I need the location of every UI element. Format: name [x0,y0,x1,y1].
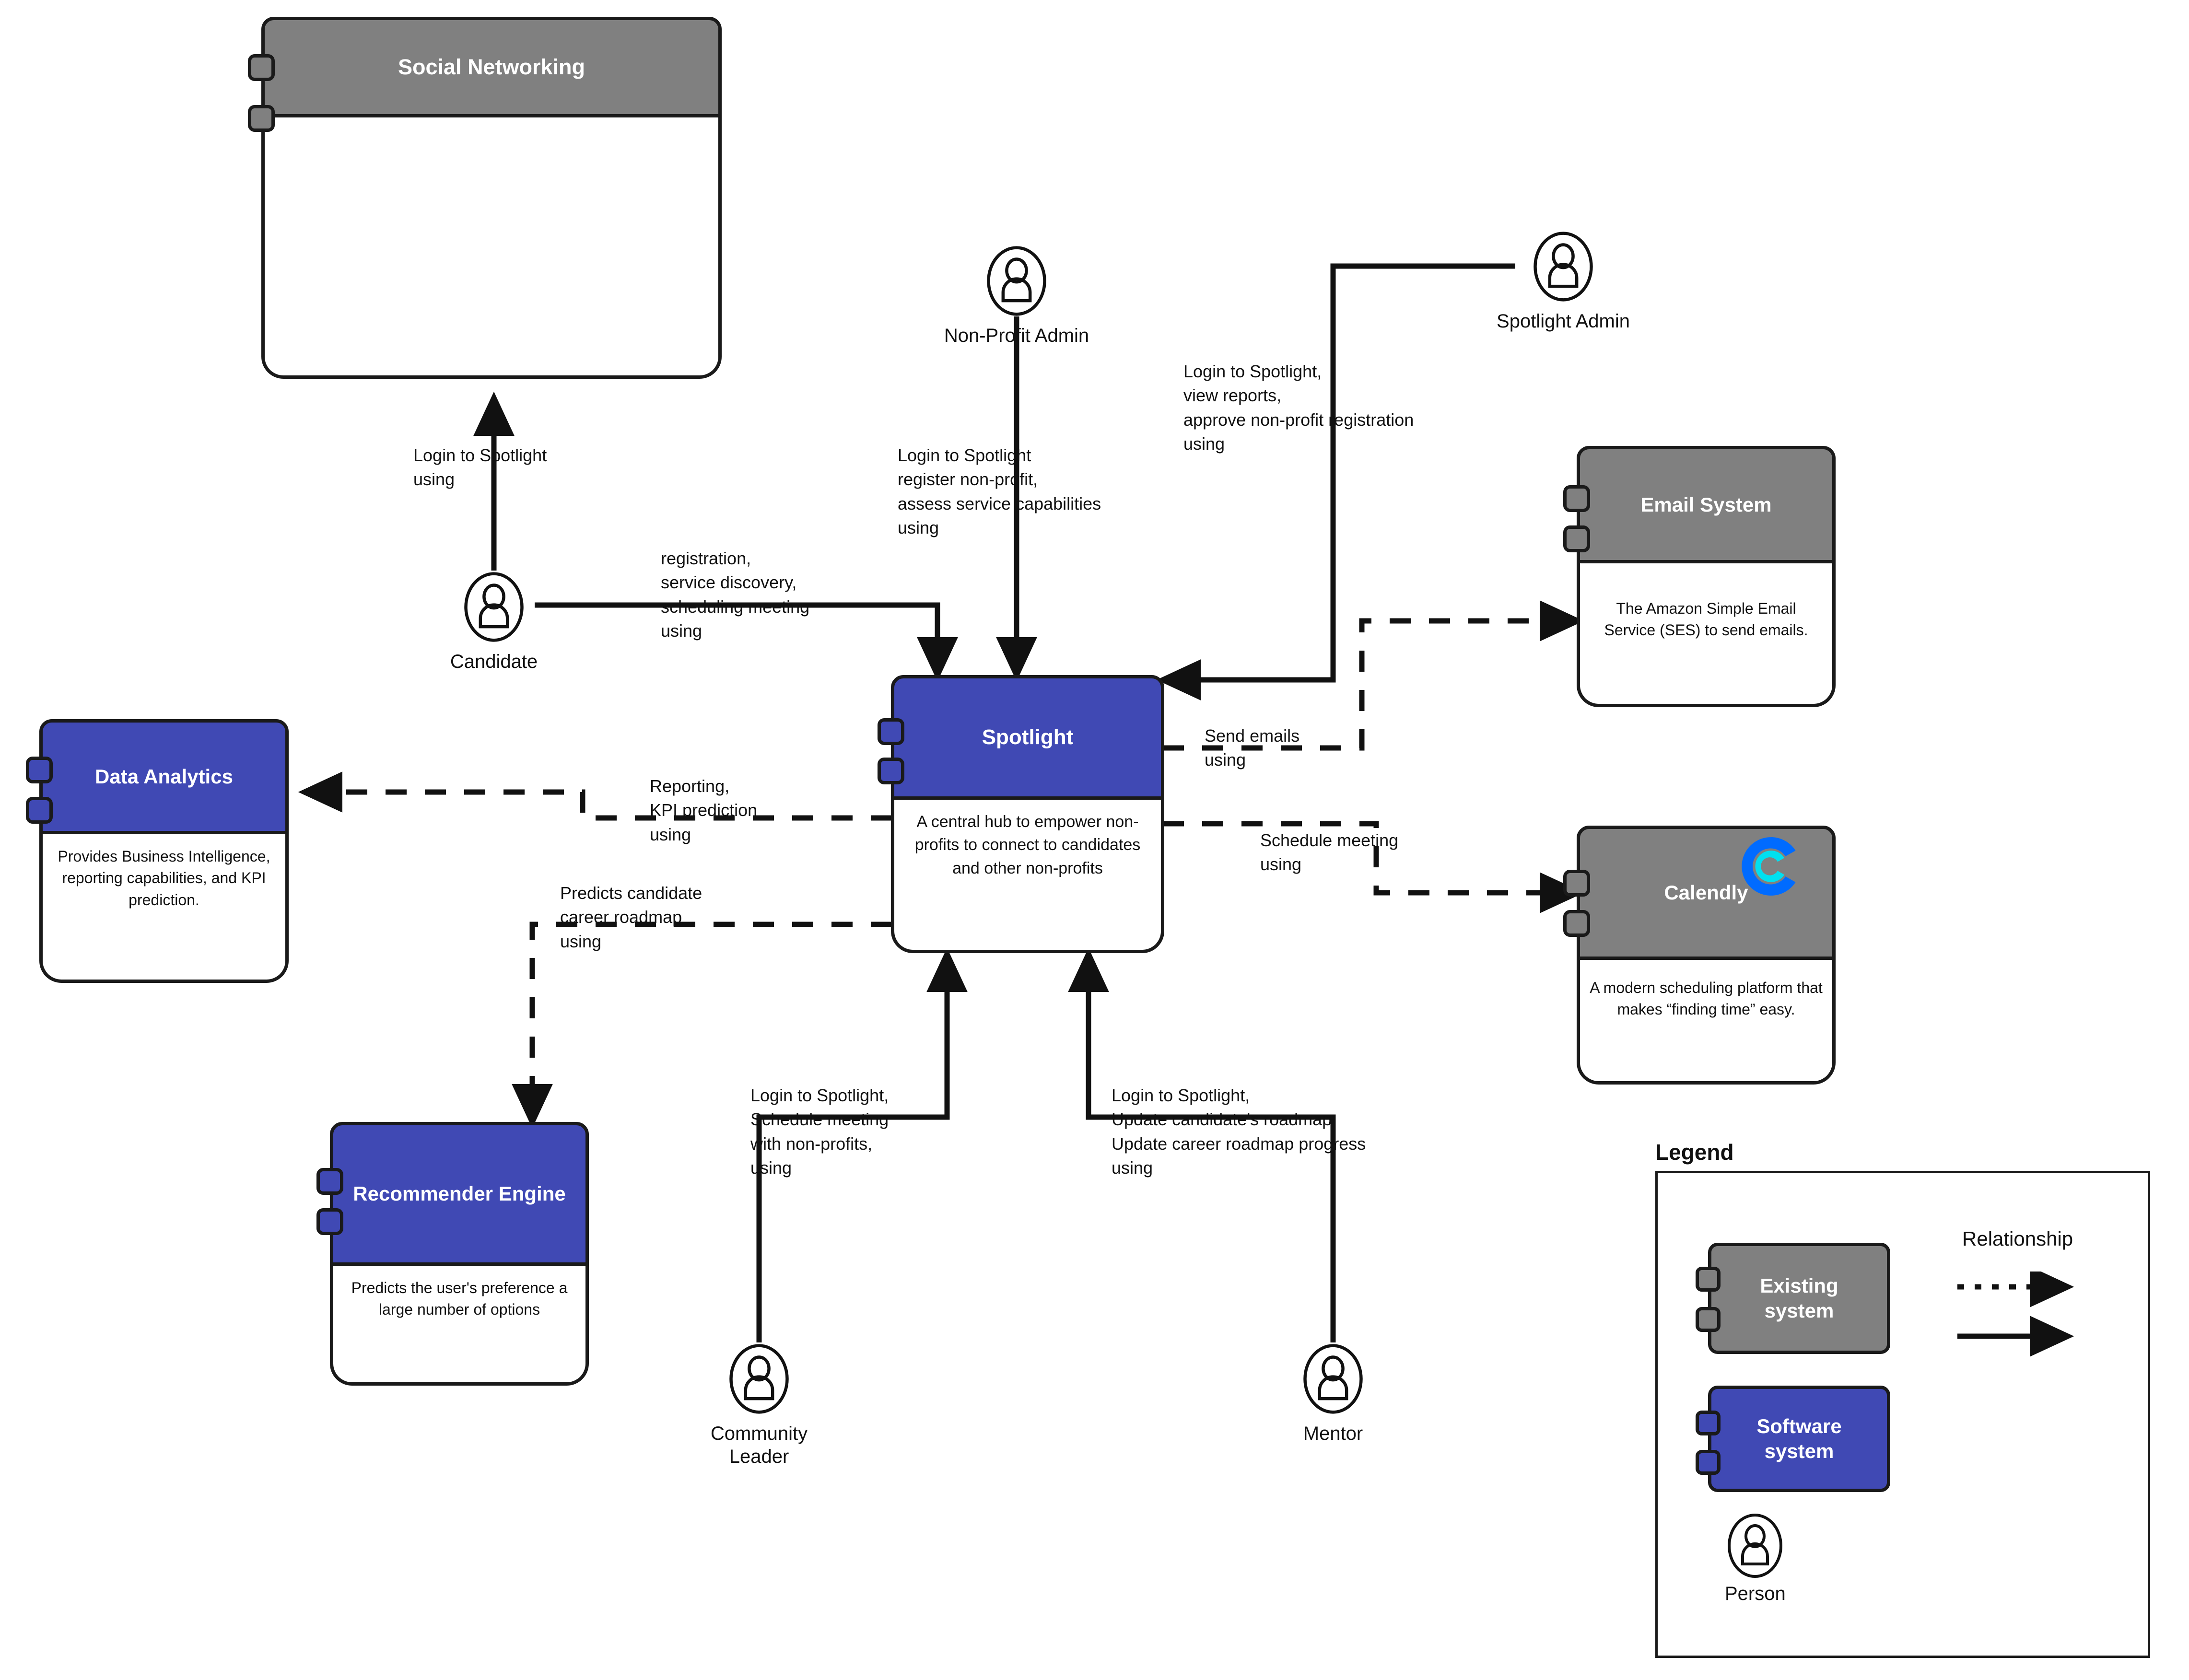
component-nub-top [248,54,275,81]
system-recommender-engine[interactable]: Recommender Engine Predicts the user's p… [316,1122,589,1386]
component-nub-bottom [316,1208,343,1235]
component-nub-bottom [1563,910,1590,937]
person-non-profit-admin[interactable]: Non-Profit Admin [944,245,1089,347]
component-nub-top [1696,1267,1721,1292]
person-icon [1728,1514,1782,1578]
person-community-leader-label: Community Leader [710,1423,808,1467]
edge-label-comleader-spotlight: Login to Spotlight, Schedule meeting wit… [750,1085,889,1178]
component-nub-bottom [1563,525,1590,552]
system-social-networking-title: Social Networking [261,17,722,117]
system-recommender-engine-description: Predicts the user's preference a large n… [330,1266,589,1386]
person-mentor-label: Mentor [1303,1423,1363,1444]
edge-label-npadmin-spotlight: Login to Spotlight register non-profit, … [898,445,1101,538]
person-icon [1303,1344,1363,1414]
calendly-logo [1742,837,1796,896]
edge-label-sladmin-spotlight: Login to Spotlight, view reports, approv… [1183,362,1414,454]
legend-software-system-box: Software system [1708,1386,1890,1492]
person-icon [464,572,524,642]
edge-sladmin-spotlight [1156,263,1515,700]
component-nub-top [316,1168,343,1195]
component-nub-top [26,757,53,783]
diagram-canvas: Social Networking Spotlight A central hu… [0,0,2189,1680]
legend-title: Legend [1655,1140,1734,1165]
person-icon [1533,232,1593,302]
edge-label-spotlight-analytics: Reporting, KPI prediction using [650,776,758,844]
component-nub-top [878,718,904,745]
person-spotlight-admin[interactable]: Spotlight Admin [1497,230,1630,333]
system-data-analytics-title: Data Analytics [39,719,289,834]
person-icon [987,246,1046,316]
legend-relationship-label: Relationship [1962,1227,2073,1250]
system-social-networking-description [261,117,722,379]
person-spotlight-admin-label: Spotlight Admin [1497,311,1630,332]
system-email-system[interactable]: Email System The Amazon Simple Email Ser… [1563,446,1836,707]
system-calendly[interactable]: Calendly A modern scheduling platform th… [1563,826,1836,1085]
component-nub-top [1563,870,1590,897]
system-recommender-engine-title: Recommender Engine [330,1122,589,1266]
edge-label-candidate-spotlight: registration, service discovery, schedul… [661,548,810,641]
system-email-system-title: Email System [1577,446,1836,563]
system-spotlight-title: Spotlight [891,675,1164,800]
legend-existing-system-box: Existing system [1708,1243,1890,1354]
system-data-analytics-description: Provides Business Intelligence, reportin… [39,834,289,983]
component-nub-bottom [1696,1450,1721,1475]
person-non-profit-admin-label: Non-Profit Admin [944,325,1089,346]
component-nub-top [1563,485,1590,512]
system-spotlight[interactable]: Spotlight A central hub to empower non-p… [878,675,1164,953]
component-nub-bottom [1696,1307,1721,1332]
legend-person-label: Person [1725,1583,1786,1604]
component-nub-bottom [878,758,904,784]
system-data-analytics[interactable]: Data Analytics Provides Business Intelli… [26,719,289,983]
edge-label-spotlight-recommender: Predicts candidate career roadmap using [560,883,702,951]
person-community-leader[interactable]: Community Leader [710,1342,808,1468]
edge-label-spotlight-email: Send emails using [1205,726,1300,770]
component-nub-bottom [248,105,275,132]
edge-label-mentor-spotlight: Login to Spotlight, Update candidate's r… [1112,1085,1366,1178]
edge-label-spotlight-calendly: Schedule meeting using [1260,830,1399,875]
legend-software-system-label: Software system [1756,1414,1842,1463]
person-icon [729,1344,789,1414]
person-candidate[interactable]: Candidate [446,571,542,673]
component-nub-top [1696,1411,1721,1435]
person-candidate-label: Candidate [450,651,538,672]
system-email-system-description: The Amazon Simple Email Service (SES) to… [1577,563,1836,707]
system-social-networking[interactable]: Social Networking [248,17,722,379]
edge-label-candidate-social: Login to Spotlight using [413,445,547,490]
person-mentor[interactable]: Mentor [1285,1342,1381,1445]
legend-existing-system-label: Existing system [1760,1274,1838,1322]
legend-person-icon-wrap [1726,1512,1784,1582]
edge-spotlight-analytics [298,771,892,821]
legend: Legend Existing system Software system P… [1655,1140,2150,1658]
component-nub-bottom [26,797,53,824]
system-spotlight-description: A central hub to empower non-profits to … [891,800,1164,953]
legend-relationship-arrows [1957,1272,2074,1357]
system-calendly-description: A modern scheduling platform that makes … [1577,960,1836,1085]
